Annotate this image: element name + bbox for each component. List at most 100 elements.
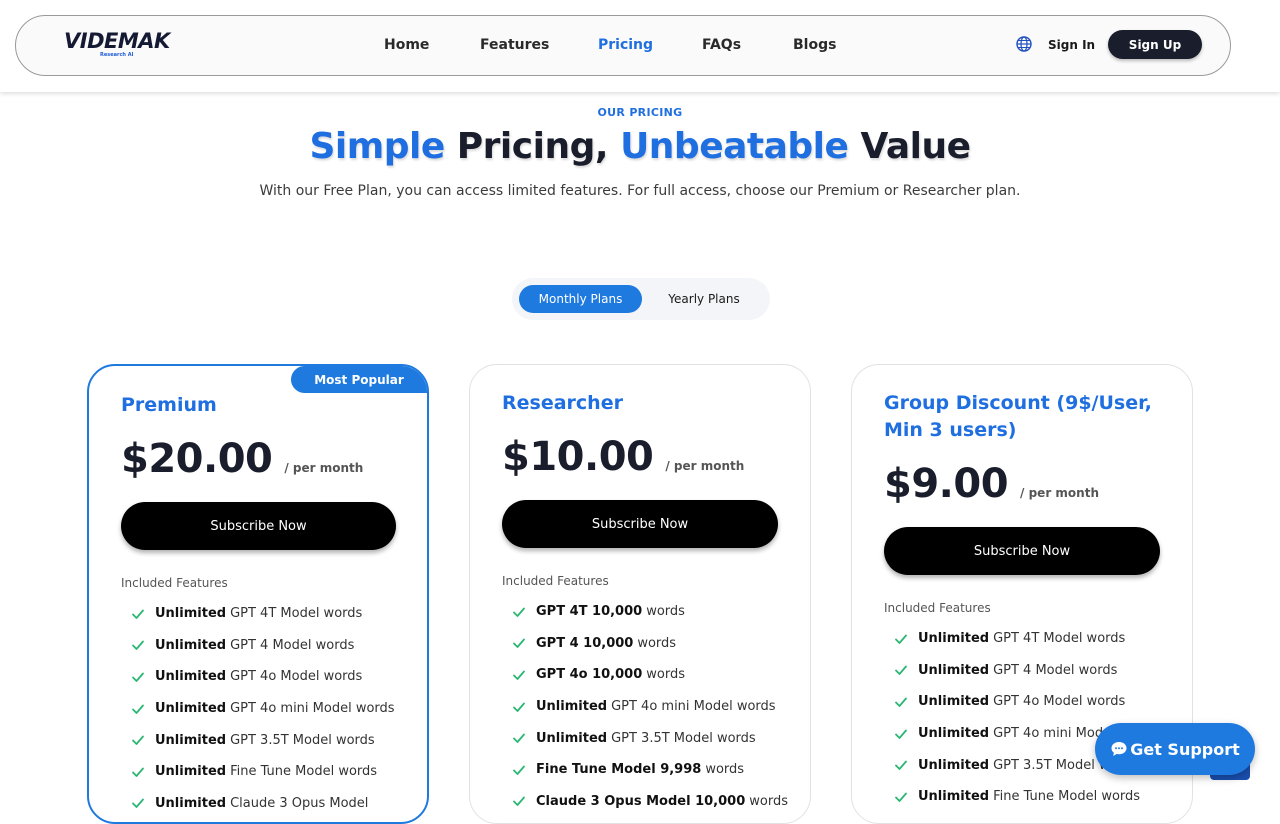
sign-up-button[interactable]: Sign Up <box>1108 30 1202 59</box>
plan-card-premium: Most Popular Premium $20.00 / per month … <box>87 364 429 824</box>
get-support-button[interactable]: Get Support <box>1095 723 1255 775</box>
feature-bold: Unlimited <box>155 732 227 748</box>
feature-bold: Unlimited <box>536 699 608 715</box>
list-item: GPT 4T 10,000 words <box>512 596 788 628</box>
list-item: Unlimited GPT 4 Model words <box>894 655 1158 687</box>
check-icon <box>895 634 907 644</box>
check-icon <box>513 670 525 680</box>
get-support-label: Get Support <box>1130 739 1240 759</box>
price-row: $10.00 / per month <box>502 434 744 480</box>
title-unbeatable: Unbeatable <box>620 126 849 167</box>
page-title: Simple Pricing, Unbeatable Value <box>0 126 1280 167</box>
plan-name: Researcher <box>502 392 623 414</box>
list-item: Unlimited GPT 4o Model words <box>131 661 395 693</box>
check-icon <box>513 638 525 649</box>
list-item: Unlimited Fine Tune Model words <box>894 781 1158 813</box>
feature-list: GPT 4T 10,000 words GPT 4 10,000 words GPT… <box>512 596 788 817</box>
feature-text: GPT 4 Model words <box>230 637 355 653</box>
check-icon <box>513 796 525 807</box>
check-icon <box>513 702 525 712</box>
check-icon <box>895 665 907 676</box>
included-features-label: Included Features <box>884 601 991 615</box>
feature-text: GPT 4T Model words <box>230 606 363 622</box>
feature-bold: Unlimited <box>918 789 990 805</box>
feature-text: words <box>646 604 685 620</box>
feature-text: words <box>646 667 685 683</box>
feature-text: words <box>705 762 745 778</box>
check-icon <box>895 697 907 707</box>
feature-text: GPT 4T Model words <box>993 631 1126 647</box>
plan-card-researcher: Researcher $10.00 / per month Subscribe … <box>469 364 811 824</box>
check-icon <box>132 798 144 809</box>
check-icon <box>132 640 144 651</box>
plan-price: $20.00 <box>121 436 273 482</box>
chat-bubble-icon <box>1111 742 1127 756</box>
check-icon <box>895 760 907 771</box>
plan-price: $10.00 <box>502 434 654 480</box>
included-features-label: Included Features <box>502 574 609 588</box>
feature-bold: Unlimited <box>918 662 990 678</box>
feature-bold: Unlimited <box>155 701 227 717</box>
check-icon <box>513 733 525 744</box>
plan-period: / per month <box>665 459 745 473</box>
nav-faqs[interactable]: FAQs <box>702 37 741 53</box>
plan-price: $9.00 <box>884 461 1009 507</box>
feature-text: GPT 4o Model words <box>230 669 363 685</box>
feature-text: words <box>637 635 677 651</box>
feature-text: GPT 4o mini Model words <box>230 701 395 717</box>
section-eyebrow: OUR PRICING <box>597 106 683 119</box>
list-item: Unlimited Fine Tune Model words <box>131 756 395 788</box>
feature-text: GPT 4o Model words <box>993 694 1126 710</box>
feature-bold: GPT 4o 10,000 <box>536 667 643 683</box>
site-header: VIDEMAK Research AI Home Features Pricin… <box>0 0 1280 92</box>
feature-bold: Unlimited <box>918 631 990 647</box>
plan-period: / per month <box>284 461 364 475</box>
price-row: $20.00 / per month <box>121 436 363 482</box>
list-item: Unlimited GPT 4T Model words <box>131 598 395 630</box>
subscribe-button[interactable]: Subscribe Now <box>502 500 778 548</box>
plan-period: / per month <box>1020 486 1099 500</box>
globe-icon[interactable] <box>1016 36 1032 52</box>
list-item: Unlimited GPT 4o Model words <box>894 686 1158 718</box>
most-popular-badge: Most Popular <box>291 366 427 393</box>
title-value: Value <box>848 126 971 167</box>
list-item: Unlimited Claude 3 Opus Model <box>131 788 395 820</box>
feature-text: GPT 3.5T Model words <box>611 730 756 746</box>
nav-home[interactable]: Home <box>384 37 429 53</box>
list-item: Unlimited GPT 4T Model words <box>894 623 1158 655</box>
check-icon <box>895 792 907 802</box>
feature-text: Fine Tune Model words <box>230 764 378 780</box>
subscribe-button[interactable]: Subscribe Now <box>121 502 396 550</box>
feature-bold: Unlimited <box>155 764 227 780</box>
yearly-plans-tab[interactable]: Yearly Plans <box>644 285 764 313</box>
plan-name: Group Discount (9$/User, Min 3 users) <box>884 392 1152 441</box>
list-item: Claude 3 Opus Model 10,000 words <box>512 786 788 818</box>
feature-bold: Claude 3 Opus Model 10,000 <box>536 793 746 809</box>
plan-name: Premium <box>121 394 217 416</box>
check-icon <box>132 704 144 714</box>
feature-bold: Unlimited <box>918 757 990 773</box>
feature-text: GPT 4o mini Model words <box>611 699 776 715</box>
title-pricing: Pricing, <box>444 126 621 167</box>
billing-toggle: Monthly Plans Yearly Plans <box>512 278 770 320</box>
check-icon <box>132 767 144 777</box>
feature-bold: Fine Tune Model 9,998 <box>536 762 702 778</box>
feature-text: GPT 4 Model words <box>993 662 1118 678</box>
list-item: GPT 4o 10,000 words <box>512 659 788 691</box>
list-item: Unlimited GPT 4 Model words <box>131 630 395 662</box>
feature-bold: Unlimited <box>155 637 227 653</box>
title-simple: Simple <box>309 126 445 167</box>
nav-blogs[interactable]: Blogs <box>793 37 836 53</box>
nav-features[interactable]: Features <box>480 37 549 53</box>
check-icon <box>132 672 144 682</box>
list-item: Fine Tune Model 9,998 words <box>512 754 788 786</box>
nav-pricing[interactable]: Pricing <box>598 37 653 53</box>
subscribe-button[interactable]: Subscribe Now <box>884 527 1160 575</box>
feature-bold: Unlimited <box>918 726 990 742</box>
sign-in-link[interactable]: Sign In <box>1048 38 1095 52</box>
monthly-plans-tab[interactable]: Monthly Plans <box>519 285 642 313</box>
list-item: Unlimited GPT 3.5T Model words <box>131 724 395 756</box>
page-subtitle: With our Free Plan, you can access limit… <box>259 183 1021 199</box>
feature-bold: Unlimited <box>155 795 227 811</box>
check-icon <box>513 607 525 617</box>
